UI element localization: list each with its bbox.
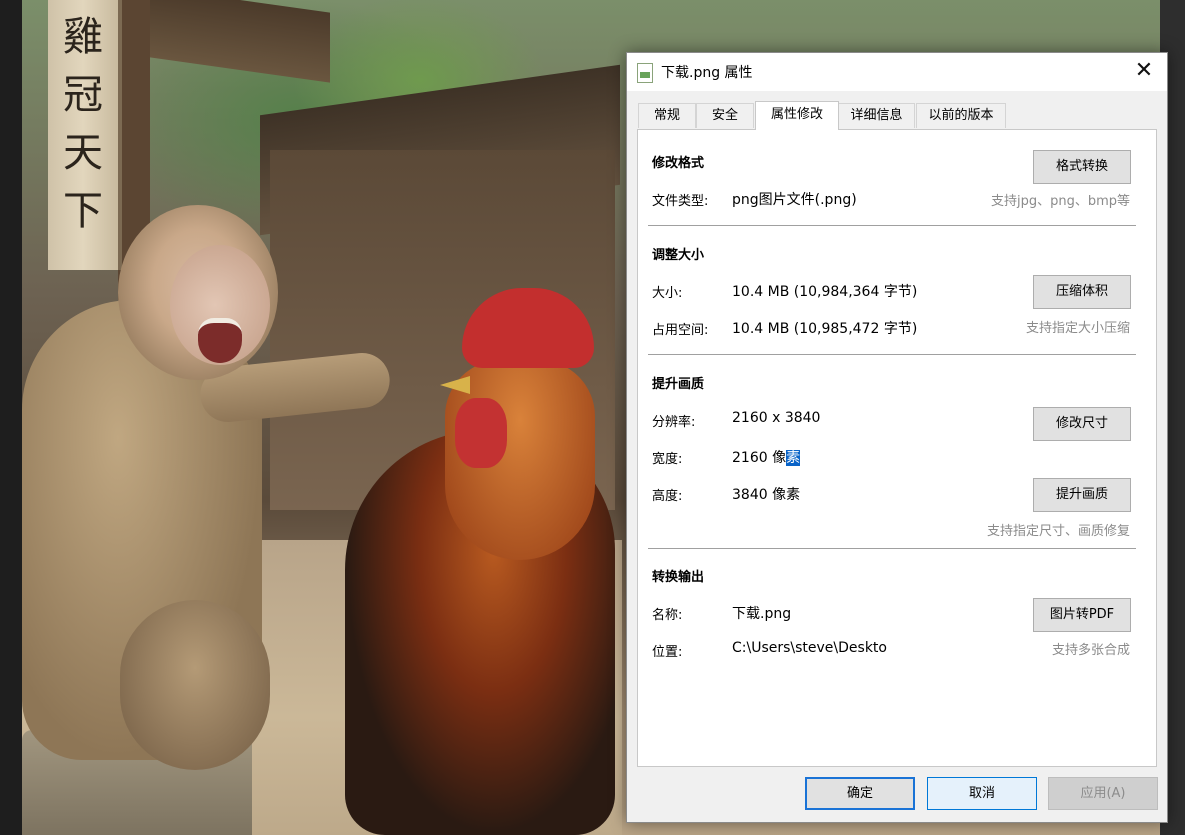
section-title-quality: 提升画质 <box>652 377 705 392</box>
location-label: 位置: <box>652 645 683 660</box>
left-edge <box>0 0 22 835</box>
location-value: C:\Users\steve\Desktop <box>732 640 888 656</box>
quality-hint: 支持指定尺寸、画质修复 <box>986 524 1130 539</box>
export-hint: 支持多张合成 <box>1051 643 1130 658</box>
properties-dialog: 下载.png 属性 ✕ 常规 安全 属性修改 详细信息 以前的版本 修改格式 格… <box>626 52 1168 823</box>
separator <box>648 354 1136 355</box>
rooster-beak <box>440 376 470 394</box>
apply-button[interactable]: 应用(A) <box>1048 777 1158 810</box>
close-button[interactable]: ✕ <box>1121 53 1167 91</box>
format-hint: 支持jpg、png、bmp等 <box>990 194 1130 209</box>
file-type-value: png图片文件(.png) <box>732 192 857 208</box>
rooster-wattle <box>455 398 507 468</box>
resize-dimensions-button[interactable]: 修改尺寸 <box>1033 407 1131 441</box>
compress-button[interactable]: 压缩体积 <box>1033 275 1131 309</box>
text-selection: 素 <box>786 450 801 466</box>
tab-previous-versions[interactable]: 以前的版本 <box>916 103 1006 128</box>
tab-attribute-edit[interactable]: 属性修改 <box>755 101 839 130</box>
ok-button[interactable]: 确定 <box>805 777 915 810</box>
format-convert-button[interactable]: 格式转换 <box>1033 150 1131 184</box>
width-value-text: 2160 像 <box>732 450 787 466</box>
disk-size-value: 10.4 MB (10,985,472 字节) <box>732 321 918 337</box>
png-file-icon <box>637 63 653 83</box>
resolution-label: 分辨率: <box>652 415 696 430</box>
monkey-mouth <box>198 318 242 363</box>
resize-hint: 支持指定大小压缩 <box>1025 321 1130 336</box>
dialog-title: 下载.png 属性 <box>661 65 753 81</box>
section-title-format: 修改格式 <box>652 156 705 171</box>
width-value[interactable]: 2160 像素 <box>732 447 801 467</box>
size-label: 大小: <box>652 286 683 301</box>
vertical-sign: 雞冠天下 <box>48 0 122 270</box>
enhance-quality-button[interactable]: 提升画质 <box>1033 478 1131 512</box>
height-label: 高度: <box>652 489 683 504</box>
tab-general[interactable]: 常规 <box>638 103 696 128</box>
size-value: 10.4 MB (10,984,364 字节) <box>732 284 918 300</box>
height-value: 3840 像素 <box>732 487 801 503</box>
monkey-leg <box>120 600 270 770</box>
file-type-label: 文件类型: <box>652 194 709 209</box>
section-title-resize: 调整大小 <box>652 248 705 263</box>
tab-security[interactable]: 安全 <box>696 103 754 128</box>
cancel-button[interactable]: 取消 <box>927 777 1037 810</box>
width-label: 宽度: <box>652 452 683 467</box>
disk-size-label: 占用空间: <box>652 323 709 338</box>
tab-details[interactable]: 详细信息 <box>838 103 915 128</box>
section-title-export: 转换输出 <box>652 570 705 585</box>
tab-panel: 修改格式 格式转换 文件类型: png图片文件(.png) 支持jpg、png、… <box>637 129 1157 767</box>
separator <box>648 548 1136 549</box>
resolution-value: 2160 x 3840 <box>732 410 821 426</box>
sign-text: 雞冠天下 <box>63 14 103 234</box>
image-to-pdf-button[interactable]: 图片转PDF <box>1033 598 1131 632</box>
name-value: 下载.png <box>732 606 792 622</box>
name-label: 名称: <box>652 608 683 623</box>
separator <box>648 225 1136 226</box>
title-bar[interactable]: 下载.png 属性 ✕ <box>627 53 1167 91</box>
